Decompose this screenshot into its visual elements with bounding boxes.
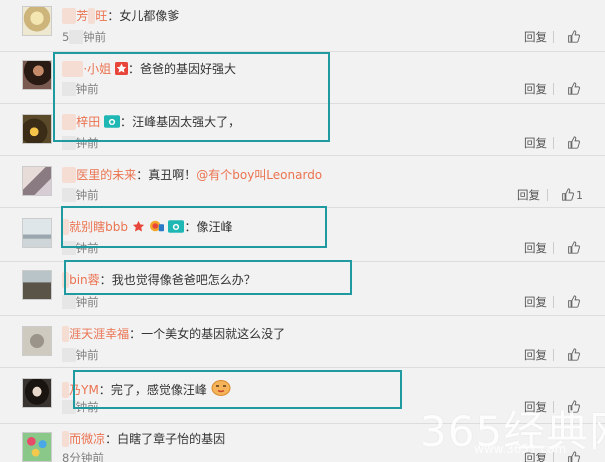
- reply-button[interactable]: 回复: [524, 295, 547, 309]
- avatar[interactable]: [22, 60, 52, 90]
- thumbs-up-icon: [568, 348, 580, 361]
- thumbs-up-icon: [568, 295, 580, 308]
- watermark-url: www.3651.com: [474, 442, 567, 456]
- reply-button[interactable]: 回复: [524, 82, 547, 96]
- like-count: 1: [576, 189, 583, 202]
- thumbs-up-icon: [568, 30, 580, 43]
- mention-link[interactable]: @有个boy叫Leonardo: [196, 168, 322, 182]
- reply-button[interactable]: 回复: [524, 241, 547, 255]
- comment-time: 5xx钟前: [62, 30, 106, 44]
- avatar[interactable]: [22, 218, 52, 248]
- avatar[interactable]: [22, 6, 52, 36]
- like-button[interactable]: [567, 136, 580, 150]
- like-button[interactable]: [567, 241, 580, 255]
- avatar[interactable]: [22, 166, 52, 196]
- thumbs-up-icon: [568, 136, 580, 149]
- avatar[interactable]: [22, 270, 52, 300]
- reply-button[interactable]: 回复: [524, 30, 547, 44]
- highlight-box: [64, 260, 352, 295]
- avatar[interactable]: [22, 378, 52, 408]
- like-button[interactable]: [567, 82, 580, 96]
- comment-username[interactable]: x而微凉: [62, 431, 105, 447]
- comment-text: 女儿都像爹: [119, 9, 180, 23]
- highlight-box: [61, 206, 327, 248]
- avatar[interactable]: [22, 432, 52, 462]
- comment-text: 白瞎了章子怡的基因: [117, 432, 226, 446]
- comment-row: xx芳x旺：女儿都像爹 5xx钟前 回复: [0, 0, 605, 52]
- thumbs-up-icon: [568, 82, 580, 95]
- highlight-box: [53, 52, 330, 142]
- reply-button[interactable]: 回复: [517, 188, 540, 202]
- comment-text: 一个美女的基因就这么没了: [141, 327, 286, 341]
- like-button[interactable]: [567, 30, 580, 44]
- avatar[interactable]: [22, 114, 52, 144]
- comment-username[interactable]: xx医里的未来: [62, 167, 136, 183]
- like-button[interactable]: [567, 348, 580, 362]
- comment-row: xx医里的未来：真丑啊！@有个boy叫Leonardo xx钟前 回复 1: [0, 156, 605, 208]
- thumbs-up-icon: [562, 188, 574, 201]
- avatar[interactable]: [22, 326, 52, 356]
- comment-time: xx钟前: [62, 348, 99, 362]
- like-button[interactable]: [567, 295, 580, 309]
- comment-username[interactable]: x涯天涯幸福: [62, 326, 129, 342]
- reply-button[interactable]: 回复: [524, 348, 547, 362]
- comment-time: 8分钟前: [62, 451, 104, 462]
- comment-time: xx钟前: [62, 295, 99, 309]
- like-button[interactable]: 1: [561, 188, 583, 203]
- highlight-box: [73, 370, 402, 409]
- thumbs-up-icon: [568, 241, 580, 254]
- comment-time: xx钟前: [62, 188, 99, 202]
- comment-text: 真丑啊！: [148, 168, 197, 182]
- comment-row: x涯天涯幸福：一个美女的基因就这么没了 xx钟前 回复: [0, 316, 605, 368]
- comment-username[interactable]: xx芳x旺: [62, 8, 107, 24]
- reply-button[interactable]: 回复: [524, 136, 547, 150]
